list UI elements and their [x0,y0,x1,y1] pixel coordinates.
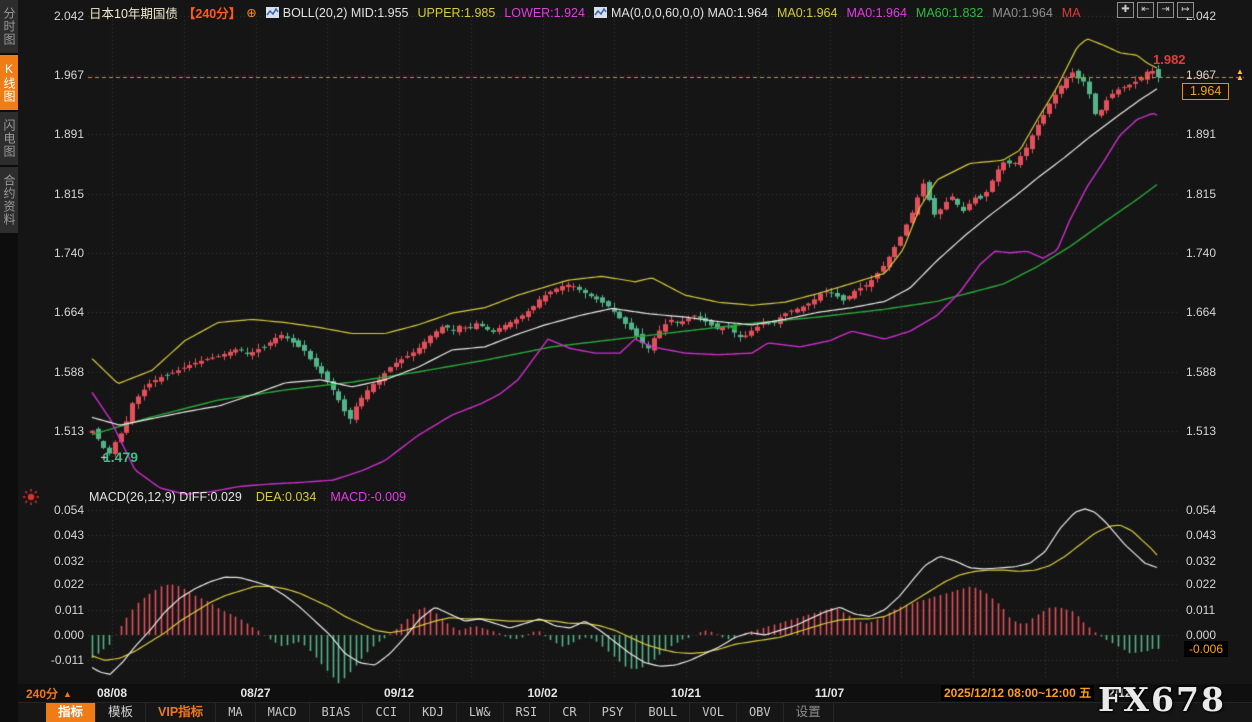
ma0-magenta-label: MA0:1.964 [846,6,906,20]
toolbar-item-psy[interactable]: PSY [590,703,637,722]
trading-app-window: 分时图 K线图闪电图合约资料 日本10年期国债 【240分】 ⊕ BOLL(20,… [0,0,1252,722]
period-badge[interactable]: 【240分】 [183,3,241,22]
indicator-toolbar: 指标模板VIP指标MAMACDBIASCCIKDJLW&RSICRPSYBOLL… [18,702,1252,722]
period-low-label: 1.479 [103,449,138,465]
y-axis-tick: 1.664 [1186,305,1248,319]
period-selector-label: 240分 [26,685,58,702]
y-axis-tick: 0.043 [24,528,84,542]
x-axis-date: 08/27 [240,686,270,700]
y-axis-tick: 0.032 [1186,554,1248,568]
y-axis-tick: 1.967 [24,68,84,82]
y-axis-tick: 0.022 [24,577,84,591]
header-toolbar-icons: ✚⇤⇥↦ [1117,2,1194,18]
boll-indicator-icon[interactable] [266,7,279,18]
y-axis-tick: 2.042 [1186,9,1248,23]
boll-upper-label: UPPER:1.985 [418,6,496,20]
y-axis-tick: 1.664 [24,305,84,319]
period-dropdown-arrow-icon: ▲ [63,689,72,699]
toolbar-item-templates[interactable]: 模板 [96,703,146,722]
fx678-watermark: FX678 [1098,680,1226,719]
ma0-gray-label: MA0:1.964 [992,6,1052,20]
y-axis-tick: 0.054 [1186,503,1248,517]
x-axis-date: 10/21 [671,686,701,700]
y-axis-tick: 0.032 [24,554,84,568]
toolbar-item-settings[interactable]: 设置 [784,703,834,722]
y-axis-tick: 0.054 [24,503,84,517]
ma60-green-label: MA60:1.832 [916,6,983,20]
boll-values-label: BOLL(20,2) MID:1.955 [283,6,409,20]
scroll-to-latest-icon[interactable]: ▲▲ [1236,69,1244,81]
toolbar-item-lwr[interactable]: LW& [457,703,504,722]
period-selector[interactable]: 240分 ▲ [26,685,72,702]
macd-dea-label: DEA:0.034 [256,490,316,504]
toolbar-item-kdj[interactable]: KDJ [410,703,457,722]
y-axis-tick: 0.043 [1186,528,1248,542]
toolbar-item-cr[interactable]: CR [550,703,589,722]
y-axis-tick: 2.042 [24,9,84,23]
y-axis-tick: 0.000 [24,628,84,642]
pan-right-icon[interactable]: ⇥ [1157,2,1174,18]
y-axis-tick: 1.740 [24,246,84,260]
instrument-title: 日本10年期国债 [89,3,178,22]
sidebar-tab-kline-chart[interactable]: K线图 [0,55,18,110]
toolbar-item-macd[interactable]: MACD [256,703,310,722]
pan-left-icon[interactable]: ⇤ [1137,2,1154,18]
y-axis-tick: 0.022 [1186,577,1248,591]
ma-red-label: MA [1062,6,1081,20]
sidebar-tab-contract-info[interactable]: 合约资料 [0,167,18,233]
toolbar-item-indicators[interactable]: 指标 [46,703,96,722]
y-axis-tick: -0.011 [24,653,84,667]
period-high-label: 1.982 [1153,52,1186,67]
x-axis-date: 10/02 [527,686,557,700]
macd-diff-label: MACD(26,12,9) DIFF:0.029 [89,490,242,504]
toolbar-item-rsi[interactable]: RSI [504,703,551,722]
y-axis-tick: 1.891 [1186,127,1248,141]
bar-time-tooltip: 2025/12/12 08:00~12:00 五 [941,685,1094,701]
y-axis-tick: 1.815 [24,187,84,201]
y-axis-tick: 0.011 [24,603,84,617]
y-axis-tick: 1.815 [1186,187,1248,201]
y-axis-tick: 0.000 [1186,628,1248,642]
ma0-yellow-label: MA0:1.964 [777,6,837,20]
x-axis-date: 08/08 [97,686,127,700]
left-sidebar: 分时图 K线图闪电图合约资料 [0,0,18,722]
add-indicator-icon[interactable]: ⊕ [246,5,256,20]
ma-values-label: MA(0,0,0,60,0,0) MA0:1.964 [611,6,768,20]
y-axis-tick: 1.588 [1186,365,1248,379]
y-axis-tick: 0.011 [1186,603,1248,617]
y-axis-tick: 1.513 [24,424,84,438]
toolbar-item-boll[interactable]: BOLL [636,703,690,722]
chart-canvas[interactable] [0,0,1252,722]
toolbar-item-vip-indicators[interactable]: VIP指标 [146,703,216,722]
x-axis-date: 09/12 [384,686,414,700]
x-axis-date: 11/07 [815,686,844,700]
chart-header: 日本10年期国债 【240分】 ⊕ BOLL(20,2) MID:1.955 U… [89,3,1081,22]
y-axis-tick: 1.891 [24,127,84,141]
ma-indicator-icon[interactable] [594,7,607,18]
y-axis-tick: 1.588 [24,365,84,379]
crosshair-move-icon[interactable]: ✚ [1117,2,1134,18]
last-price-tag: 1.964 [1182,83,1229,100]
toolbar-item-ma[interactable]: MA [216,703,255,722]
toolbar-item-cci[interactable]: CCI [363,703,410,722]
boll-lower-label: LOWER:1.924 [504,6,585,20]
toolbar-item-obv[interactable]: OBV [737,703,784,722]
sidebar-tab-lightning-chart[interactable]: 闪电图 [0,112,18,165]
last-macd-hist-tag: -0.006 [1184,641,1228,657]
y-axis-tick: 1.740 [1186,246,1248,260]
sidebar-tab-time-chart[interactable]: 分时图 [0,0,18,53]
macd-value-label: MACD:-0.009 [330,490,406,504]
toolbar-item-bias[interactable]: BIAS [310,703,364,722]
toolbar-item-vol[interactable]: VOL [690,703,737,722]
y-axis-tick: 1.513 [1186,424,1248,438]
macd-header: MACD(26,12,9) DIFF:0.029 DEA:0.034 MACD:… [89,490,406,504]
jump-to-latest-icon[interactable]: ↦ [1177,2,1194,18]
